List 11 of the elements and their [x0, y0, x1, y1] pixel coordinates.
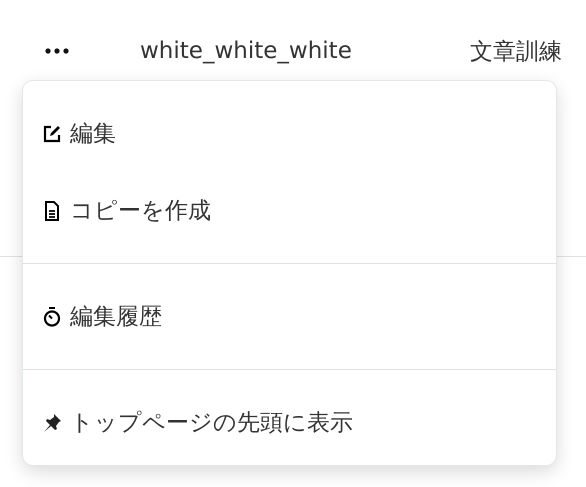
- pin-icon: [42, 412, 62, 432]
- menu-item[interactable]: トップページの先頭に表示: [23, 384, 556, 461]
- page-title: white_white_white: [140, 38, 352, 64]
- stopwatch-icon: [42, 306, 62, 326]
- category-label[interactable]: 文章訓練: [470, 36, 562, 66]
- edit-icon: [42, 124, 62, 144]
- more-icon[interactable]: [45, 48, 69, 54]
- menu-item[interactable]: コピーを作成: [23, 172, 556, 249]
- menu-item[interactable]: 編集履歴: [23, 278, 556, 355]
- menu-item[interactable]: 編集: [23, 95, 556, 172]
- document-icon: [42, 200, 62, 220]
